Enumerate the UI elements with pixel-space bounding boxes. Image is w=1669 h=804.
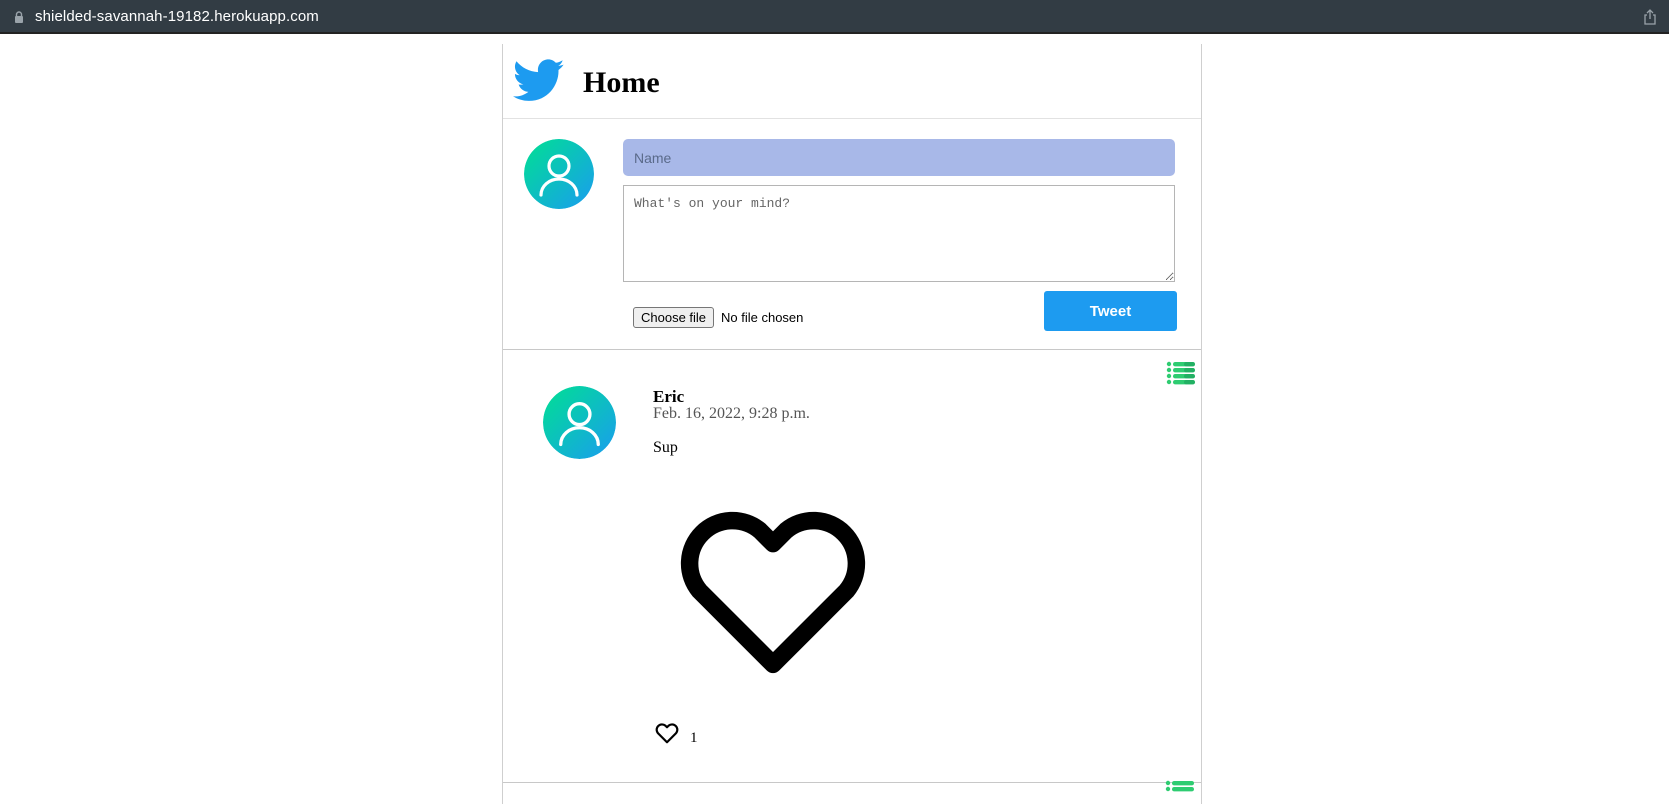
heart-icon bbox=[680, 511, 866, 674]
twitter-bird-icon[interactable] bbox=[513, 58, 565, 104]
like-heart-icon[interactable] bbox=[653, 720, 681, 746]
browser-address-bar: shielded-savannah-19182.herokuapp.com bbox=[0, 0, 1669, 34]
user-icon bbox=[543, 386, 616, 459]
timeline-column: Home Choose file No file chosen Tweet bbox=[502, 44, 1202, 804]
post-author: Eric bbox=[653, 387, 685, 406]
avatar bbox=[524, 139, 594, 209]
tweet-composer: Choose file No file chosen Tweet bbox=[503, 119, 1201, 350]
list-menu-icon[interactable] bbox=[1165, 780, 1195, 794]
share-icon[interactable] bbox=[1643, 9, 1657, 25]
page-title: Home bbox=[583, 66, 660, 99]
avatar bbox=[543, 386, 616, 459]
post-text: Sup bbox=[653, 439, 678, 456]
lock-icon bbox=[15, 11, 23, 23]
user-icon bbox=[524, 139, 594, 209]
tweet-button[interactable]: Tweet bbox=[1044, 291, 1177, 331]
name-input[interactable] bbox=[623, 139, 1175, 176]
post-date: Feb. 16, 2022, 9:28 p.m. bbox=[653, 405, 810, 422]
page-header: Home bbox=[503, 44, 1201, 119]
choose-file-button[interactable]: Choose file bbox=[633, 307, 715, 328]
list-menu-icon[interactable] bbox=[1166, 361, 1196, 385]
url-text[interactable]: shielded-savannah-19182.herokuapp.com bbox=[35, 8, 319, 25]
tweet-post: Eric Feb. 16, 2022, 9:28 p.m. Sup 1 bbox=[503, 350, 1201, 783]
message-input[interactable] bbox=[623, 185, 1175, 282]
file-status-text: No file chosen bbox=[721, 310, 804, 325]
like-count: 1 bbox=[690, 730, 698, 746]
